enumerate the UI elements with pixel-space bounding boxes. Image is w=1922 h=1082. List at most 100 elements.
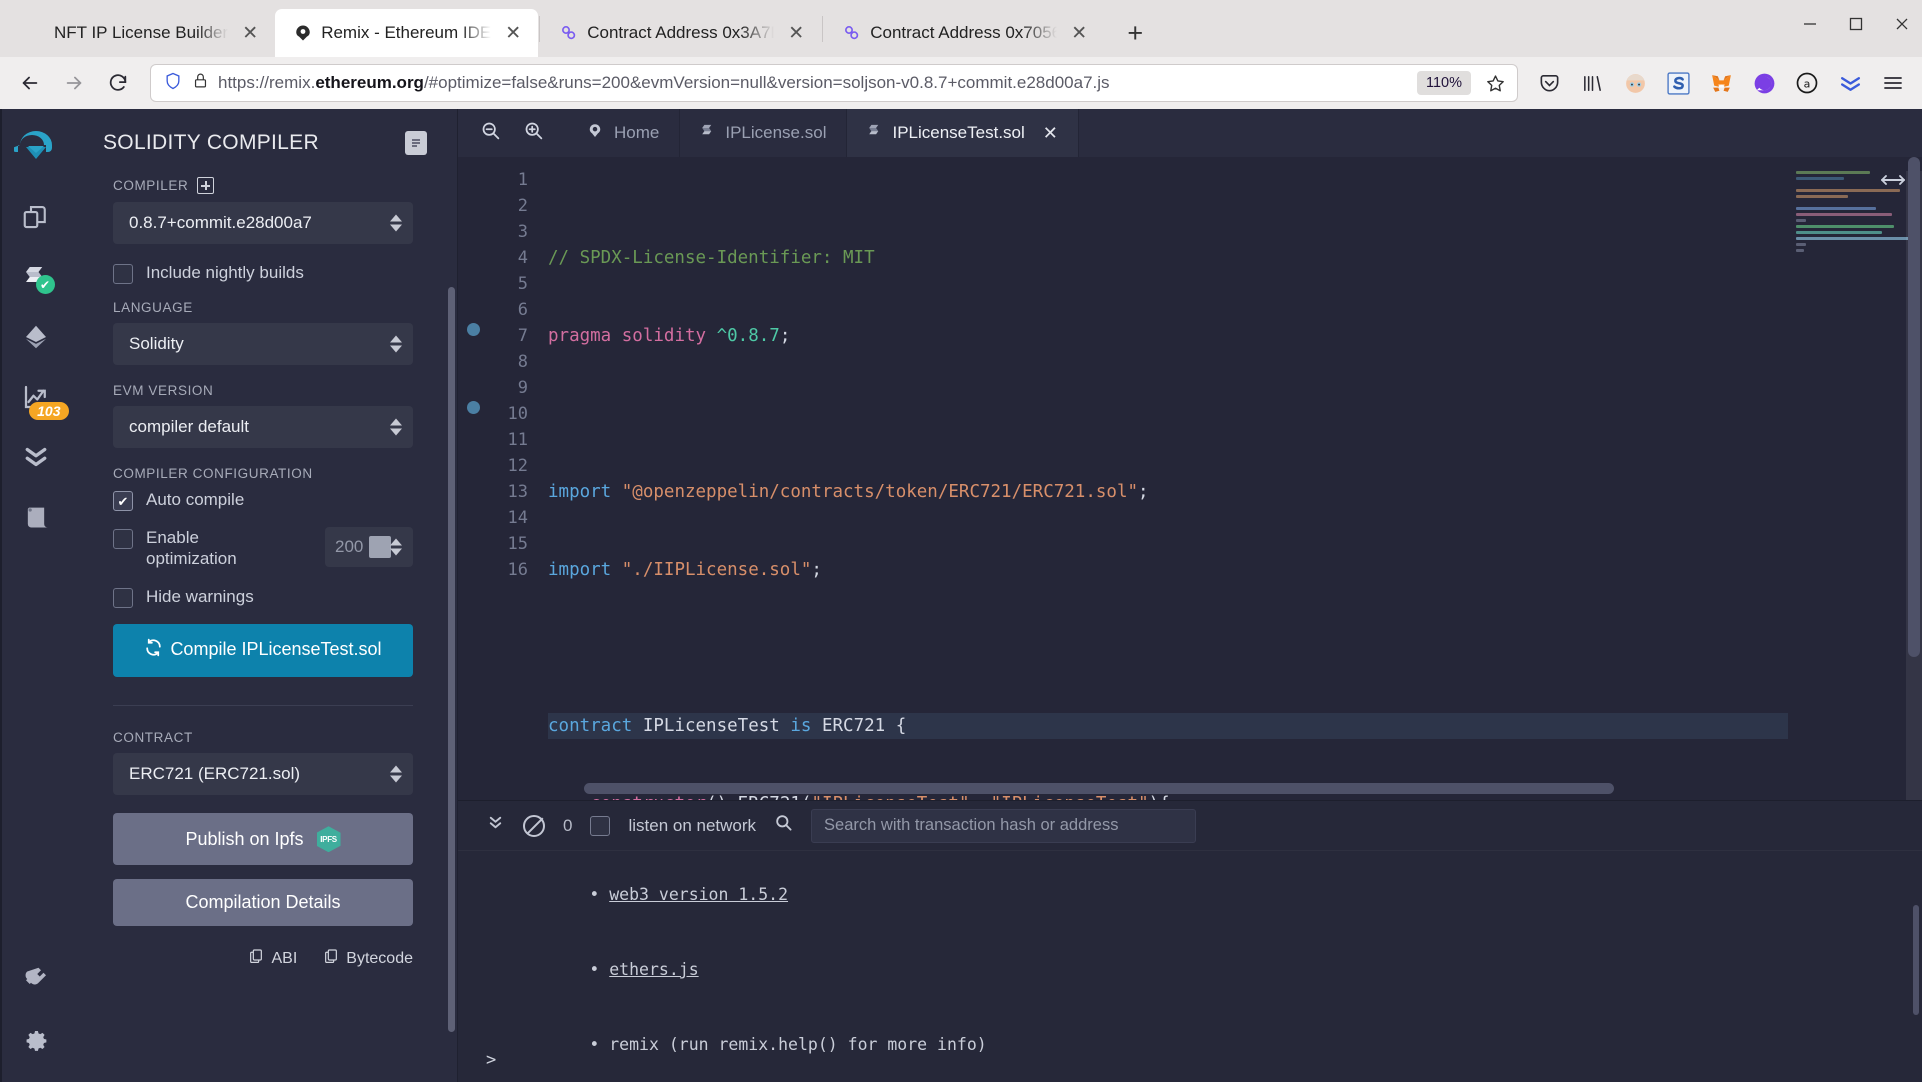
editor-vertical-scrollbar[interactable] xyxy=(1906,157,1922,800)
remix-logo[interactable] xyxy=(11,125,58,170)
sidebar-item-solidity-compiler[interactable]: ✔ xyxy=(11,252,61,302)
editor-tab-home[interactable]: Home xyxy=(566,109,681,157)
search-icon[interactable] xyxy=(774,813,793,838)
zoom-in-icon[interactable] xyxy=(523,120,544,146)
clear-console-icon[interactable] xyxy=(523,814,545,837)
document-icon[interactable] xyxy=(405,131,427,155)
enable-optimization-row[interactable]: Enable optimization 200 xyxy=(113,527,413,570)
bookmark-star-icon[interactable] xyxy=(1480,68,1510,98)
breakpoint-gutter[interactable] xyxy=(458,157,490,800)
listen-on-network-label: listen on network xyxy=(628,815,757,835)
tab-close-button[interactable]: ✕ xyxy=(500,20,526,46)
s-blue-icon[interactable] xyxy=(1659,64,1697,102)
contract-value: ERC721 (ERC721.sol) xyxy=(129,764,301,784)
editor-tab-iplicensetest[interactable]: IPLicenseTest.sol ✕ xyxy=(847,109,1079,157)
copy-links-row: ABI Bytecode xyxy=(113,940,413,969)
terminal-prompt[interactable]: > xyxy=(486,1050,496,1070)
tab-close-button[interactable]: ✕ xyxy=(783,20,809,46)
publish-on-ipfs-button[interactable]: Publish on Ipfs IPFS xyxy=(113,813,413,866)
enable-optimization-checkbox[interactable] xyxy=(113,529,133,549)
search-input[interactable]: Search with transaction hash or address xyxy=(811,808,1197,843)
reload-button[interactable] xyxy=(98,63,138,103)
auto-compile-checkbox[interactable] xyxy=(113,491,133,511)
metamask-fox-icon[interactable] xyxy=(1702,64,1740,102)
editor-tab-iplicense[interactable]: IPLicense.sol xyxy=(680,109,848,157)
evm-version-select[interactable]: compiler default xyxy=(113,406,413,448)
tab-favicon-blank xyxy=(26,24,45,43)
terminal-toolbar: 0 listen on network Search with transact… xyxy=(458,801,1922,851)
forward-button[interactable] xyxy=(54,63,94,103)
solidity-file-icon xyxy=(867,122,882,144)
hide-warnings-row[interactable]: Hide warnings xyxy=(113,586,413,608)
chevron-updown-icon[interactable] xyxy=(390,538,402,556)
include-nightly-builds-checkbox[interactable] xyxy=(113,264,133,284)
pocket-icon[interactable] xyxy=(1530,64,1568,102)
sidebar-item-debugger[interactable] xyxy=(11,432,61,482)
new-tab-button[interactable]: + xyxy=(1116,14,1154,52)
auto-compile-row[interactable]: Auto compile xyxy=(113,489,413,511)
terminal-output: • web3 version 1.5.2 • ethers.js • remix… xyxy=(458,851,1922,1082)
copy-bytecode-button[interactable]: Bytecode xyxy=(323,948,413,969)
tab-title: Remix - Ethereum IDE xyxy=(321,23,492,42)
panel-scrollbar[interactable] xyxy=(448,287,455,1032)
editor-minimap[interactable] xyxy=(1788,157,1922,891)
hide-warnings-label: Hide warnings xyxy=(146,586,254,606)
lock-icon xyxy=(192,72,209,94)
editor-zoom-controls xyxy=(458,109,566,157)
close-button[interactable] xyxy=(1892,14,1912,34)
add-compiler-icon[interactable] xyxy=(197,177,215,194)
expand-horizontal-icon[interactable] xyxy=(1880,171,1906,194)
optimization-runs-stepper[interactable]: 200 xyxy=(325,527,413,567)
contract-select[interactable]: ERC721 (ERC721.sol) xyxy=(113,753,413,796)
sidebar-item-analysis[interactable]: 103 xyxy=(11,372,69,422)
navigation-toolbar: https://remix.ethereum.org/#optimize=fal… xyxy=(0,57,1922,109)
zoom-out-icon[interactable] xyxy=(480,120,501,146)
library-icon[interactable] xyxy=(1573,64,1611,102)
solidity-compiler-panel: SOLIDITY COMPILER COMPILER 0.8.7+commit.… xyxy=(71,109,458,1082)
sidebar-item-deploy-run[interactable] xyxy=(11,312,61,362)
compile-button[interactable]: Compile IPLicenseTest.sol xyxy=(113,623,413,678)
sidebar-item-scroll[interactable] xyxy=(11,492,61,542)
browser-tab-3[interactable]: Contract Address 0x7056 ✕ xyxy=(824,9,1104,57)
shield-icon xyxy=(163,71,183,96)
zoom-level-badge[interactable]: 110% xyxy=(1416,71,1471,95)
breakpoint-marker[interactable] xyxy=(467,323,480,336)
language-select[interactable]: Solidity xyxy=(113,323,413,365)
hide-warnings-checkbox[interactable] xyxy=(113,587,133,608)
sidebar-item-file-explorer[interactable] xyxy=(11,192,61,242)
sidebar-item-plugin-manager[interactable] xyxy=(11,954,61,1004)
hamburger-menu-icon[interactable] xyxy=(1874,64,1912,102)
face-avatar-icon[interactable] xyxy=(1616,64,1654,102)
browser-tab-1[interactable]: Remix - Ethereum IDE ✕ xyxy=(275,9,539,57)
tab-close-button[interactable]: ✕ xyxy=(1066,20,1092,46)
editor-horizontal-scrollbar[interactable] xyxy=(584,783,1614,794)
back-button[interactable] xyxy=(10,63,50,103)
chevron-double-down-icon[interactable] xyxy=(486,813,505,838)
include-nightly-builds-row[interactable]: Include nightly builds xyxy=(113,262,413,284)
compilation-details-button[interactable]: Compilation Details xyxy=(113,879,413,927)
terminal-scrollbar[interactable] xyxy=(1913,905,1919,1015)
minimize-button[interactable] xyxy=(1800,14,1820,34)
browser-tab-2[interactable]: Contract Address 0x3A7E ✕ xyxy=(541,9,821,57)
editor-tab-close-icon[interactable]: ✕ xyxy=(1043,123,1058,144)
browser-tab-0[interactable]: NFT IP License Builder ✕ xyxy=(8,9,275,57)
listen-on-network-checkbox[interactable] xyxy=(590,815,611,836)
code-content[interactable]: // SPDX-License-Identifier: MIT pragma s… xyxy=(534,157,1788,800)
breakpoint-marker[interactable] xyxy=(467,401,480,414)
url-bar[interactable]: https://remix.ethereum.org/#optimize=fal… xyxy=(150,64,1518,102)
editor-tab-label: Home xyxy=(614,123,660,142)
double-chevron-icon[interactable] xyxy=(1831,64,1869,102)
tab-close-button[interactable]: ✕ xyxy=(237,20,263,46)
language-label: LANGUAGE xyxy=(113,300,193,315)
purple-ghost-icon[interactable] xyxy=(1745,64,1783,102)
maximize-button[interactable] xyxy=(1846,14,1866,34)
terminal-line-text[interactable]: web3 version 1.5.2 xyxy=(609,885,788,904)
remix-app: ✔ 103 SOLIDITY COMPILER COMPILER 0.8.7+c… xyxy=(0,109,1922,1082)
terminal-line-text[interactable]: ethers.js xyxy=(609,960,698,979)
a-circle-icon[interactable]: a xyxy=(1788,64,1826,102)
copy-abi-button[interactable]: ABI xyxy=(248,948,297,969)
panel-header: SOLIDITY COMPILER xyxy=(71,109,457,155)
tab-separator xyxy=(822,15,824,42)
compiler-version-select[interactable]: 0.8.7+commit.e28d00a7 xyxy=(113,202,413,244)
sidebar-item-settings[interactable] xyxy=(11,1014,61,1064)
